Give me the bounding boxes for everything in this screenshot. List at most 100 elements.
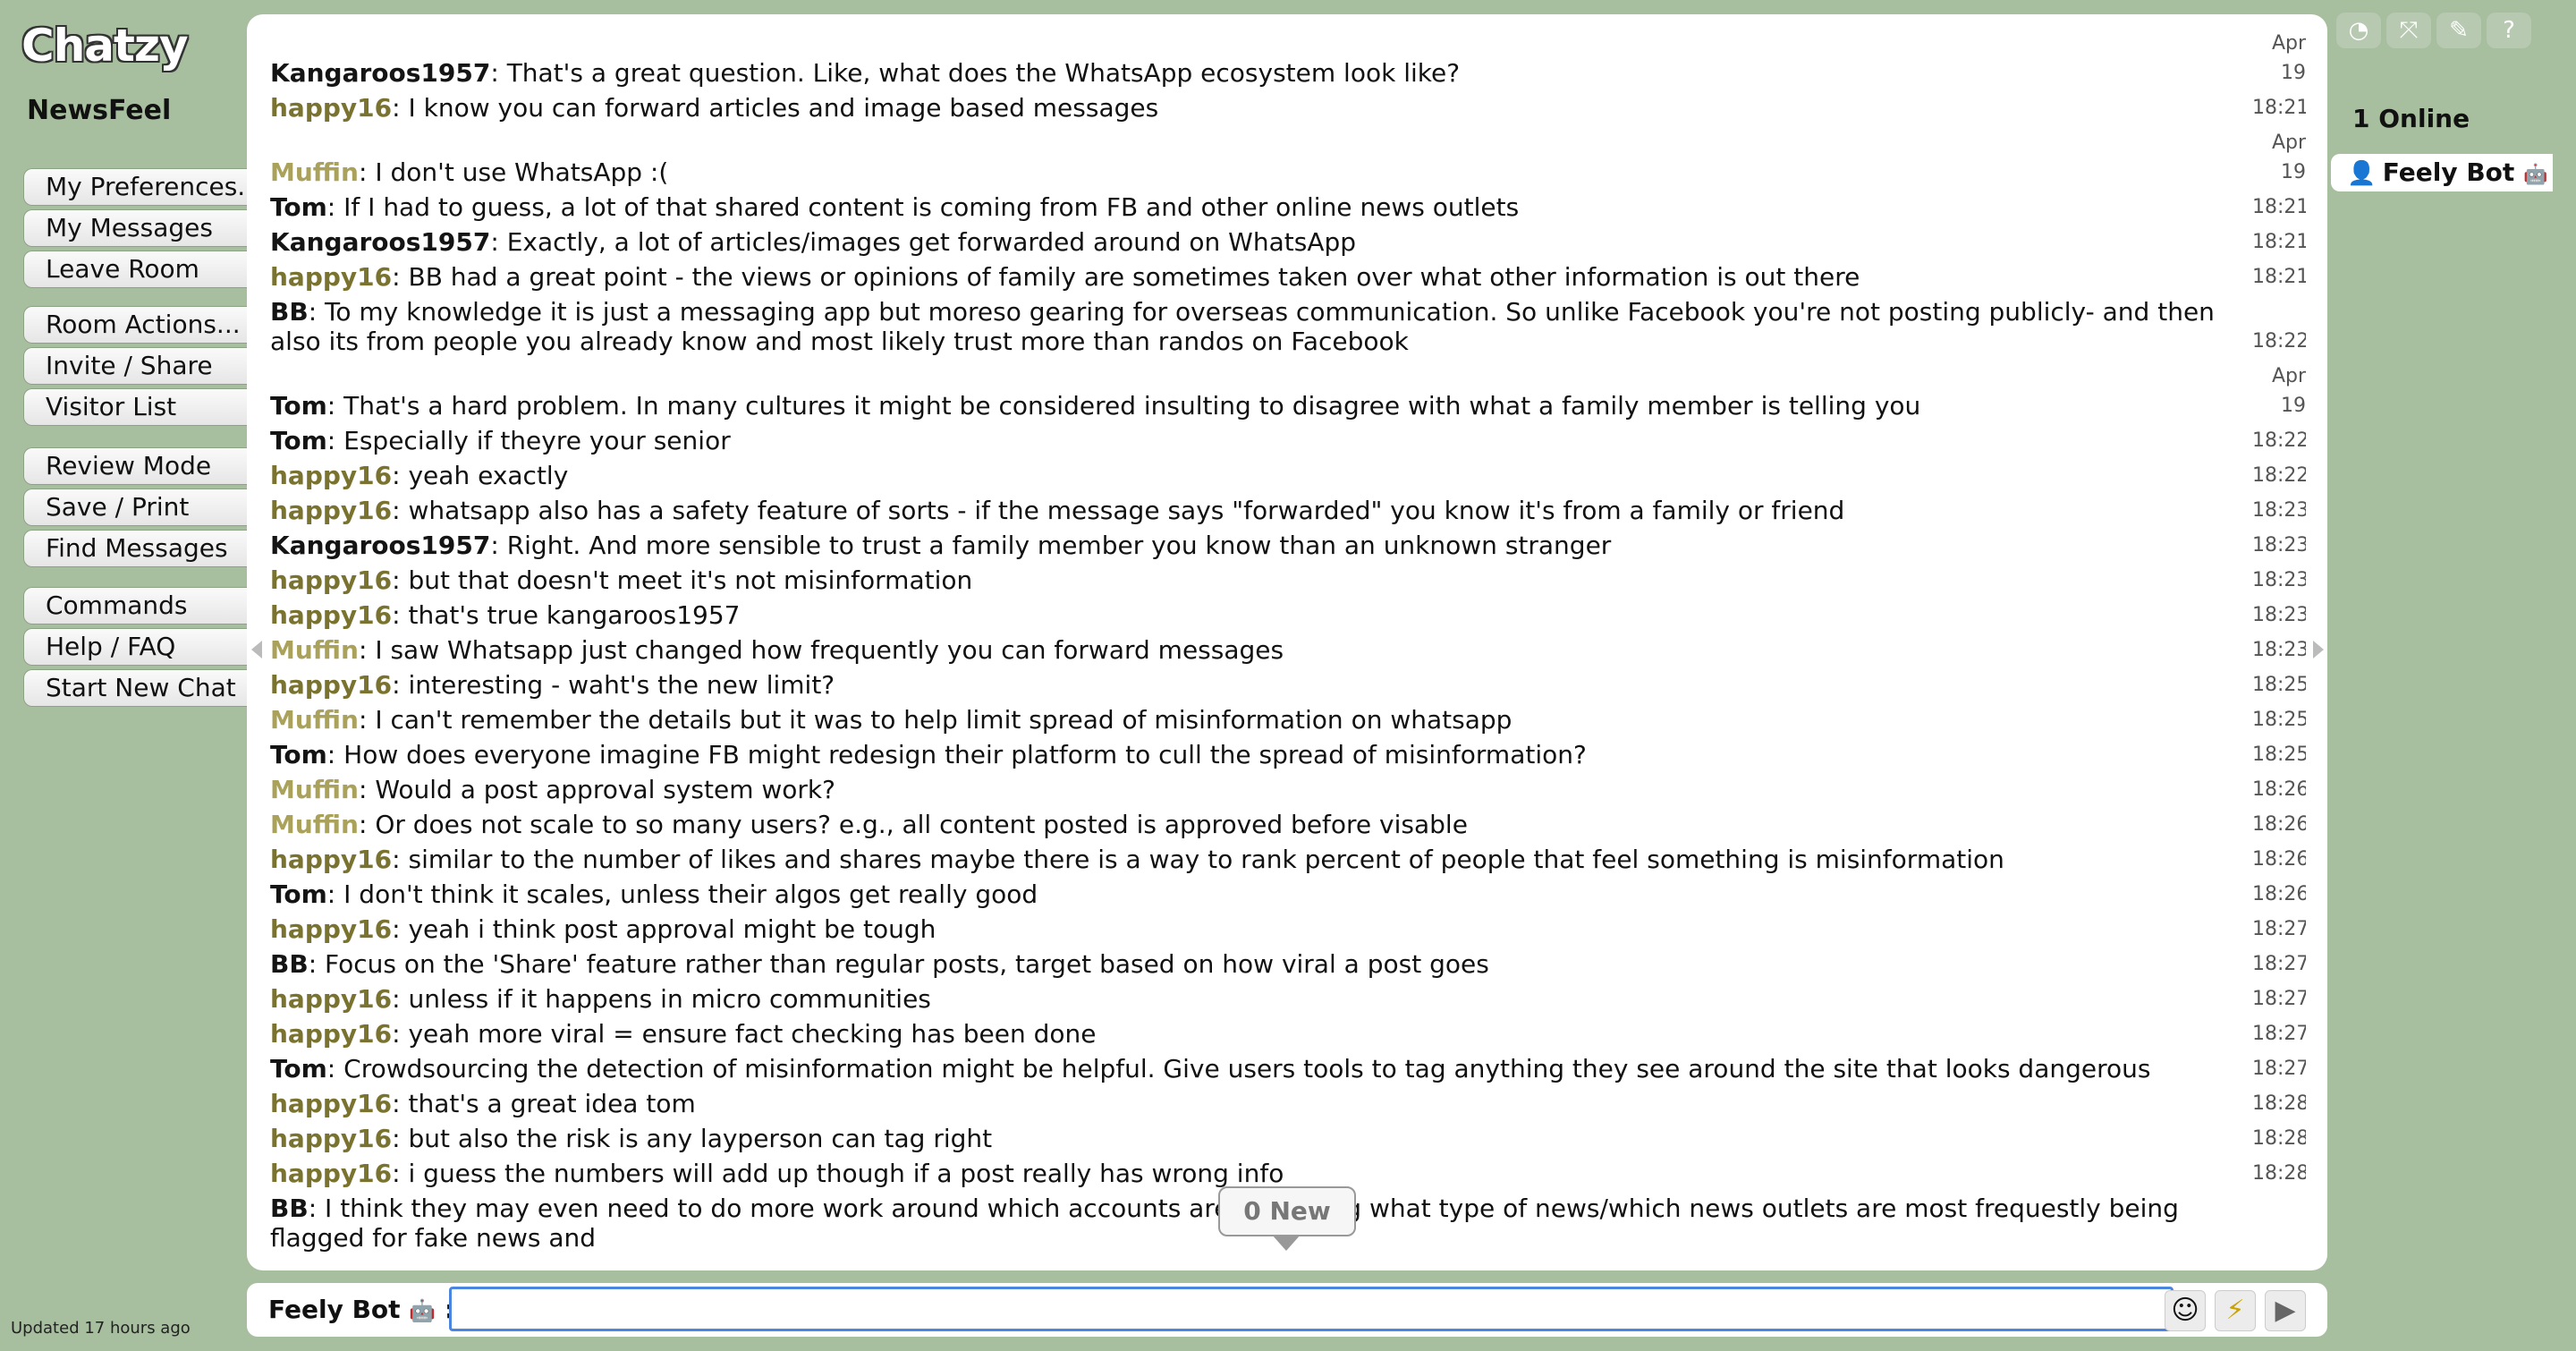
menu-group-review: Review Mode Save / Print Find Messages: [23, 447, 247, 571]
message-author[interactable]: happy16: [270, 1089, 392, 1118]
expand-icon[interactable]: ⤧: [2386, 13, 2431, 48]
message-author[interactable]: BB: [270, 1194, 309, 1223]
message-author[interactable]: happy16: [270, 565, 392, 595]
robot-emoji-icon: 🤖: [409, 1298, 436, 1323]
message-author[interactable]: Kangaroos1957: [270, 227, 490, 257]
message-timestamp: 18:26: [2252, 813, 2306, 836]
chat-message: Muffin: I can't remember the details but…: [270, 700, 2306, 735]
message-timestamp: 18:27: [2252, 988, 2306, 1010]
find-messages-button[interactable]: Find Messages: [23, 530, 247, 567]
chat-message: happy16: yeah more viral = ensure fact c…: [270, 1014, 2306, 1049]
message-timestamp: 18:26: [2252, 883, 2306, 905]
message-timestamp: 18:28: [2252, 1092, 2306, 1115]
my-preferences-button[interactable]: My Preferences...: [23, 168, 261, 206]
flash-icon[interactable]: ⚡: [2215, 1290, 2256, 1331]
message-author[interactable]: BB: [270, 949, 309, 979]
message-author[interactable]: Muffin: [270, 157, 359, 187]
message-author[interactable]: Muffin: [270, 705, 359, 735]
message-author[interactable]: happy16: [270, 461, 392, 490]
collapse-right-arrow-icon[interactable]: [2313, 641, 2324, 659]
chat-message: happy16: I know you can forward articles…: [270, 88, 2306, 123]
message-list[interactable]: Tom: Is WhatsApp also a media platform .…: [270, 34, 2306, 1253]
message-author[interactable]: Tom: [270, 879, 327, 909]
chat-message: Muffin: Or does not scale to so many use…: [270, 804, 2306, 839]
message-author[interactable]: Tom: [270, 740, 327, 769]
message-body: Muffin: I don't use WhatsApp :(: [270, 157, 2252, 187]
nickname-text: Feely Bot: [268, 1295, 401, 1324]
message-timestamp: 18:28: [2252, 1162, 2306, 1185]
message-author[interactable]: BB: [270, 297, 309, 327]
message-author[interactable]: Tom: [270, 426, 327, 455]
send-icon[interactable]: ▶: [2265, 1290, 2306, 1331]
message-timestamp: 18:23: [2252, 569, 2306, 591]
message-author[interactable]: happy16: [270, 600, 392, 630]
chat-message: BB: To my knowledge it is just a messagi…: [270, 292, 2306, 356]
chat-message: happy16: similar to the number of likes …: [270, 839, 2306, 874]
review-mode-button[interactable]: Review Mode: [23, 447, 247, 485]
message-timestamp: 18:27: [2252, 953, 2306, 975]
message-author[interactable]: happy16: [270, 1124, 392, 1153]
message-body: Tom: How does everyone imagine FB might …: [270, 740, 2252, 769]
message-text: but that doesn't meet it's not misinform…: [408, 565, 973, 595]
message-author[interactable]: happy16: [270, 1019, 392, 1049]
message-timestamp: 18:28: [2252, 1127, 2306, 1150]
invite-share-button[interactable]: Invite / Share: [23, 347, 247, 385]
message-text: Focus on the 'Share' feature rather than…: [325, 949, 1489, 979]
pencil-icon[interactable]: ✎: [2436, 13, 2481, 48]
message-author[interactable]: Muffin: [270, 635, 359, 665]
message-text: interesting - waht's the new limit?: [408, 670, 835, 700]
message-author[interactable]: happy16: [270, 670, 392, 700]
message-text: Especially if theyre your senior: [343, 426, 731, 455]
chat-message: Kangaroos1957: Exactly, a lot of article…: [270, 222, 2306, 257]
message-body: happy16: yeah exactly: [270, 461, 2252, 490]
menu-group-help: Commands Help / FAQ Start New Chat: [23, 587, 247, 710]
message-author[interactable]: happy16: [270, 984, 392, 1014]
author-separator: :: [392, 845, 409, 874]
leave-room-button[interactable]: Leave Room: [23, 251, 247, 288]
message-author[interactable]: happy16: [270, 1159, 392, 1188]
message-body: happy16: whatsapp also has a safety feat…: [270, 496, 2252, 525]
message-author[interactable]: Tom: [270, 1054, 327, 1083]
collapse-left-arrow-icon[interactable]: [251, 641, 262, 659]
emoji-picker-icon[interactable]: ☺: [2165, 1290, 2206, 1331]
chat-message: happy16: that's a great idea tom 18:28: [270, 1083, 2306, 1118]
message-author[interactable]: happy16: [270, 496, 392, 525]
my-messages-button[interactable]: My Messages: [23, 209, 247, 247]
message-author[interactable]: Tom: [270, 391, 327, 421]
message-input[interactable]: [449, 1287, 2174, 1331]
new-messages-badge[interactable]: 0 New: [1218, 1186, 1356, 1251]
chat-message: Tom: That's a hard problem. In many cult…: [270, 356, 2306, 421]
message-author[interactable]: Muffin: [270, 775, 359, 804]
chat-message: Muffin: I don't use WhatsApp :(Apr 19: [270, 123, 2306, 187]
nickname-label[interactable]: Feely Bot 🤖 :: [268, 1283, 454, 1337]
author-separator: :: [490, 58, 507, 88]
message-author[interactable]: Kangaroos1957: [270, 531, 490, 560]
message-text: that's a great idea tom: [408, 1089, 696, 1118]
start-new-chat-button[interactable]: Start New Chat: [23, 669, 247, 707]
chatzy-logo[interactable]: Chatzy: [21, 20, 189, 72]
commands-button[interactable]: Commands: [23, 587, 247, 625]
clock-icon[interactable]: ◔: [2336, 13, 2381, 48]
online-user-feely-bot[interactable]: 👤 Feely Bot 🤖: [2331, 154, 2553, 191]
chat-message: happy16: unless if it happens in micro c…: [270, 979, 2306, 1014]
author-separator: :: [490, 531, 507, 560]
room-actions-button[interactable]: Room Actions...: [23, 306, 247, 344]
help-icon[interactable]: ?: [2487, 13, 2531, 48]
author-separator: :: [392, 1089, 409, 1118]
message-author[interactable]: happy16: [270, 845, 392, 874]
message-body: Kangaroos1957: That's a great question. …: [270, 58, 2252, 88]
visitor-list-button[interactable]: Visitor List: [23, 388, 247, 426]
message-author[interactable]: happy16: [270, 93, 392, 123]
message-author[interactable]: Kangaroos1957: [270, 58, 490, 88]
message-timestamp: Apr 19: [2271, 365, 2306, 417]
message-body: Tom: I don't think it scales, unless the…: [270, 879, 2252, 909]
message-author[interactable]: Tom: [270, 192, 327, 222]
author-separator: :: [326, 740, 344, 769]
save-print-button[interactable]: Save / Print: [23, 489, 247, 526]
message-author[interactable]: happy16: [270, 262, 392, 292]
message-text: How does everyone imagine FB might redes…: [343, 740, 1587, 769]
message-author[interactable]: Muffin: [270, 810, 359, 839]
message-timestamp: 18:22: [2252, 330, 2306, 353]
message-author[interactable]: happy16: [270, 914, 392, 944]
help-faq-button[interactable]: Help / FAQ: [23, 628, 247, 666]
